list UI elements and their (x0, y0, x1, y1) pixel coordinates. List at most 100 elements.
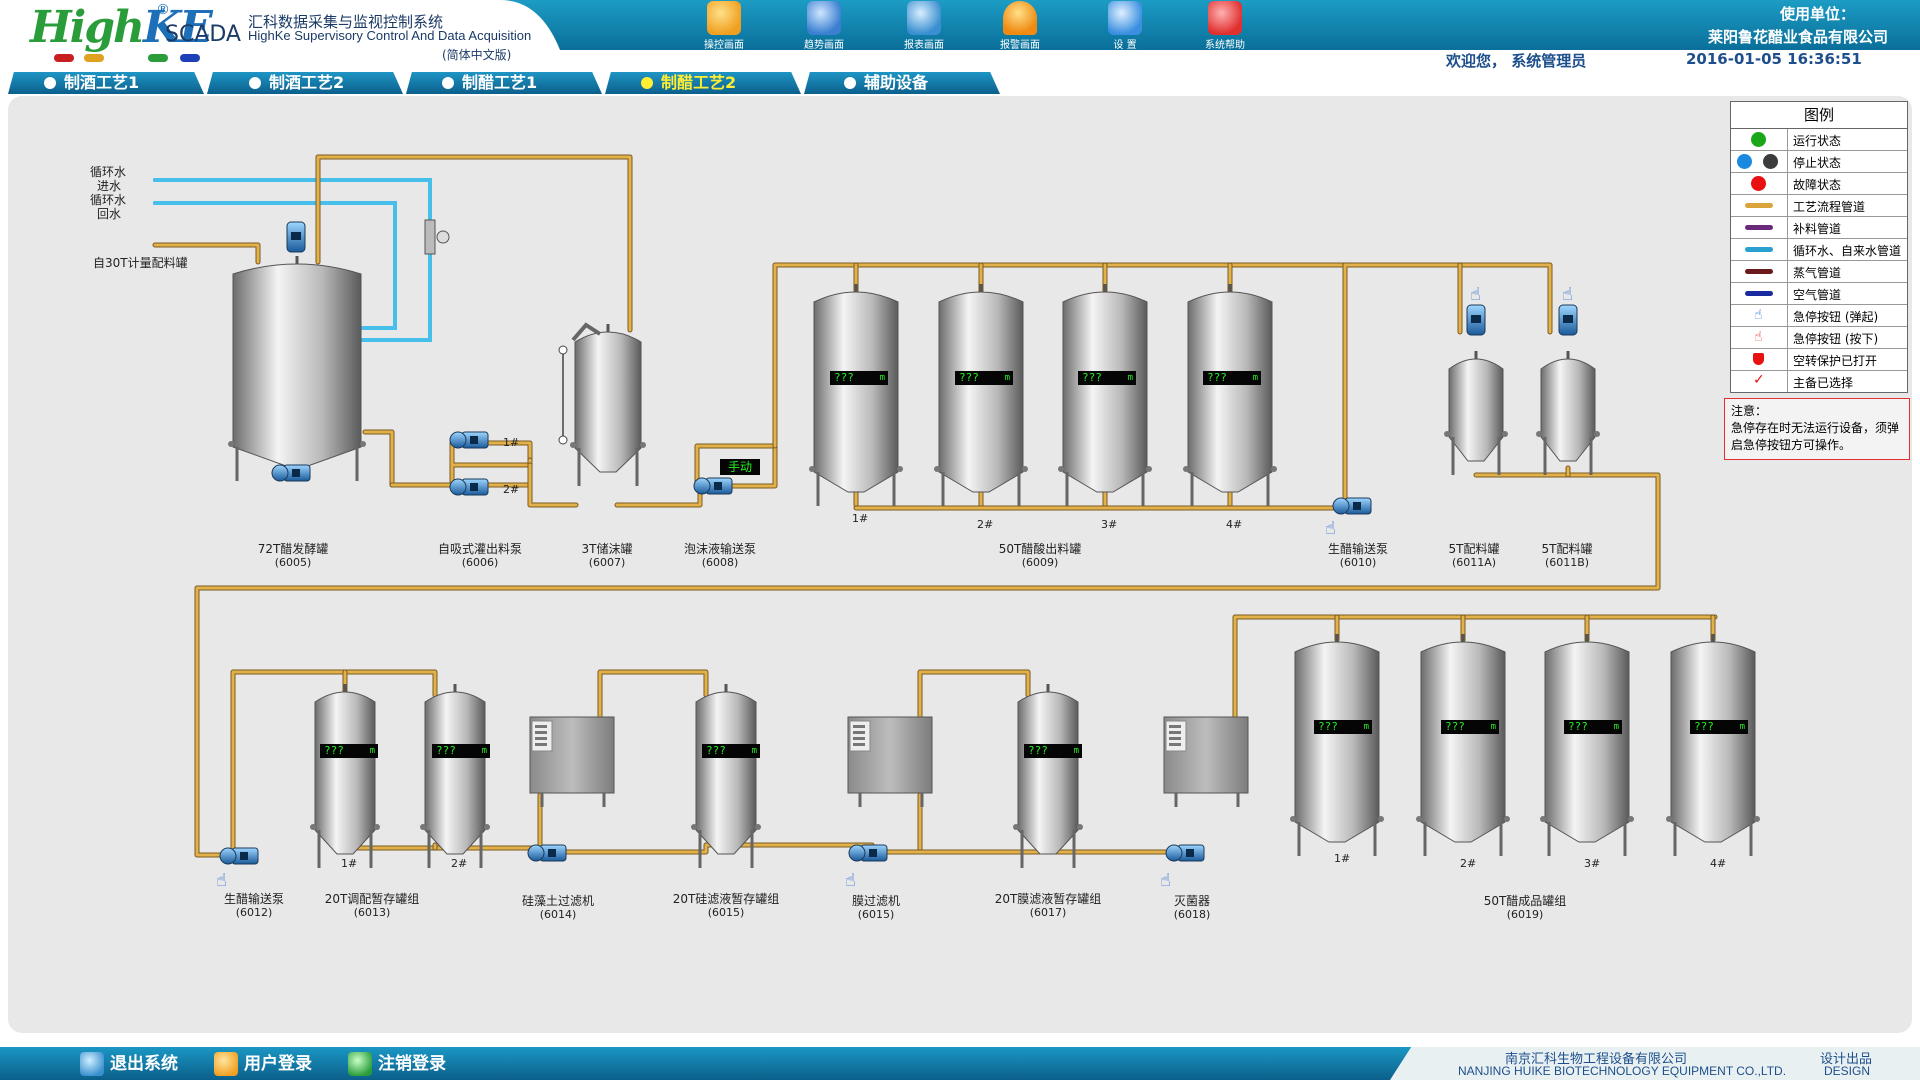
level-readout: ??? m (432, 744, 490, 758)
pump-icon[interactable] (1332, 497, 1372, 515)
readout-value: ??? (436, 744, 456, 757)
tank-lug (228, 441, 234, 447)
dry-run-protection-icon (1753, 353, 1764, 365)
process-pipe (918, 670, 1030, 719)
equipment-label-6010: 生醋输送泵 (6010) (1327, 542, 1389, 570)
tank-body (1294, 641, 1380, 843)
tank[interactable] (1058, 284, 1152, 506)
notice-body: 急停存在时无法运行设备，须弹启急停按钮方可操作。 (1731, 421, 1900, 452)
pump-icon[interactable] (449, 431, 489, 449)
tank-body (1187, 291, 1273, 493)
level-readout: ??? m (1564, 720, 1622, 734)
tank[interactable] (1416, 634, 1510, 856)
agitator-motor-icon (1558, 304, 1578, 336)
tank-lug (1013, 824, 1019, 830)
emergency-stop-released-icon[interactable]: ☝ (1470, 284, 1481, 305)
pump-icon[interactable] (693, 477, 733, 495)
tank[interactable] (934, 284, 1028, 506)
level-readout: ??? m (830, 371, 888, 385)
tank[interactable] (1013, 684, 1083, 868)
emergency-stop-released-icon[interactable]: ☝ (216, 870, 227, 891)
tank[interactable] (570, 324, 646, 486)
legend-item: ☝ 急停按钮 (按下) (1731, 327, 1907, 349)
process-pipe-outline (597, 669, 709, 720)
tank-lug (1754, 816, 1760, 822)
pump-head (693, 477, 711, 495)
tank[interactable] (228, 256, 366, 481)
process-pipe-outline (315, 154, 633, 333)
pump-icon[interactable] (1165, 844, 1205, 862)
panel-button (853, 743, 865, 746)
tank-lug (1594, 431, 1600, 437)
tank[interactable] (1444, 351, 1508, 475)
tank[interactable] (420, 684, 490, 868)
readout-unit: m (1127, 373, 1133, 383)
panel-button (535, 725, 547, 728)
return-label: 回水 (97, 207, 122, 221)
process-diagram: ☝ ☝ ☝ ☝ ☝ ☝ (152, 154, 1760, 891)
filter-machine[interactable] (529, 716, 615, 807)
tank-lug (1183, 466, 1189, 472)
level-readout: ??? m (702, 744, 760, 758)
tank[interactable] (691, 684, 761, 868)
equipment-label-6006: 自吸式灌出料泵 (6006) (437, 542, 523, 570)
logout-button[interactable]: 注销登录 (348, 1052, 446, 1076)
agitator-motor-icon (1466, 304, 1486, 336)
readout-value: ??? (834, 371, 854, 384)
pump-head (449, 431, 467, 449)
process-pipe (854, 498, 1347, 510)
tank[interactable] (1540, 634, 1634, 856)
exit-icon (80, 1052, 104, 1076)
pump-icon[interactable] (219, 847, 259, 865)
design-label-en: DESIGN (1824, 1064, 1871, 1078)
equipment-label-membrane-filter: 膜过滤机 (6015) (851, 894, 901, 922)
pump-window (470, 436, 478, 444)
equipment-label-6011a: 5T配料罐 (6011A) (1448, 542, 1500, 570)
pump-icon[interactable] (271, 464, 311, 482)
tank-lug (484, 824, 490, 830)
feed-source-label: 自30T计量配料罐 (93, 256, 188, 270)
tank[interactable] (809, 284, 903, 506)
panel-button (535, 731, 547, 734)
pump-icon[interactable] (848, 844, 888, 862)
stopped-status-alt-icon (1763, 154, 1778, 169)
panel-button (1169, 731, 1181, 734)
readout-unit: m (1004, 373, 1010, 383)
user-login-button[interactable]: 用户登录 (214, 1052, 312, 1076)
exit-system-button[interactable]: 退出系统 (80, 1052, 178, 1076)
emergency-stop-released-icon[interactable]: ☝ (1160, 870, 1171, 891)
emergency-stop-released-icon[interactable]: ☝ (1562, 284, 1573, 305)
equipment-label-6008: 泡沫液输送泵 (6008) (683, 542, 757, 570)
readout-unit: m (1252, 373, 1258, 383)
readout-unit: m (369, 746, 375, 756)
emergency-stop-released-icon[interactable]: ☝ (1325, 518, 1336, 539)
manual-mode-indicator[interactable]: 手动 (720, 459, 760, 475)
process-pipe (316, 155, 632, 332)
emergency-stop-released-icon[interactable]: ☝ (845, 870, 856, 891)
tank-body (1062, 291, 1148, 493)
tank-lug (1444, 431, 1450, 437)
level-readout: ??? m (1441, 720, 1499, 734)
tank-number: 2# (1460, 857, 1477, 870)
tank[interactable] (1666, 634, 1760, 856)
level-readout: ??? m (320, 744, 378, 758)
panel-button (1169, 725, 1181, 728)
tank[interactable] (1183, 284, 1277, 506)
tank-lug (1271, 466, 1277, 472)
readout-value: ??? (324, 744, 344, 757)
tank-lug (1058, 466, 1064, 472)
tank-lug (1022, 466, 1028, 472)
tank-lug (570, 442, 576, 448)
tank-body (1448, 358, 1504, 462)
legend-item: 工艺流程管道 (1731, 195, 1907, 217)
pump-icon[interactable] (527, 844, 567, 862)
tank[interactable] (1290, 634, 1384, 856)
filter-machine[interactable] (847, 716, 933, 807)
tank-lug (1504, 816, 1510, 822)
notice-panel: 注意： 急停存在时无法运行设备，须弹启急停按钮方可操作。 (1724, 398, 1910, 460)
pump-icon[interactable] (449, 478, 489, 496)
tank[interactable] (1536, 351, 1600, 475)
legend-title: 图例 (1731, 102, 1907, 129)
filter-machine[interactable] (1163, 716, 1249, 807)
tank[interactable] (310, 684, 380, 868)
